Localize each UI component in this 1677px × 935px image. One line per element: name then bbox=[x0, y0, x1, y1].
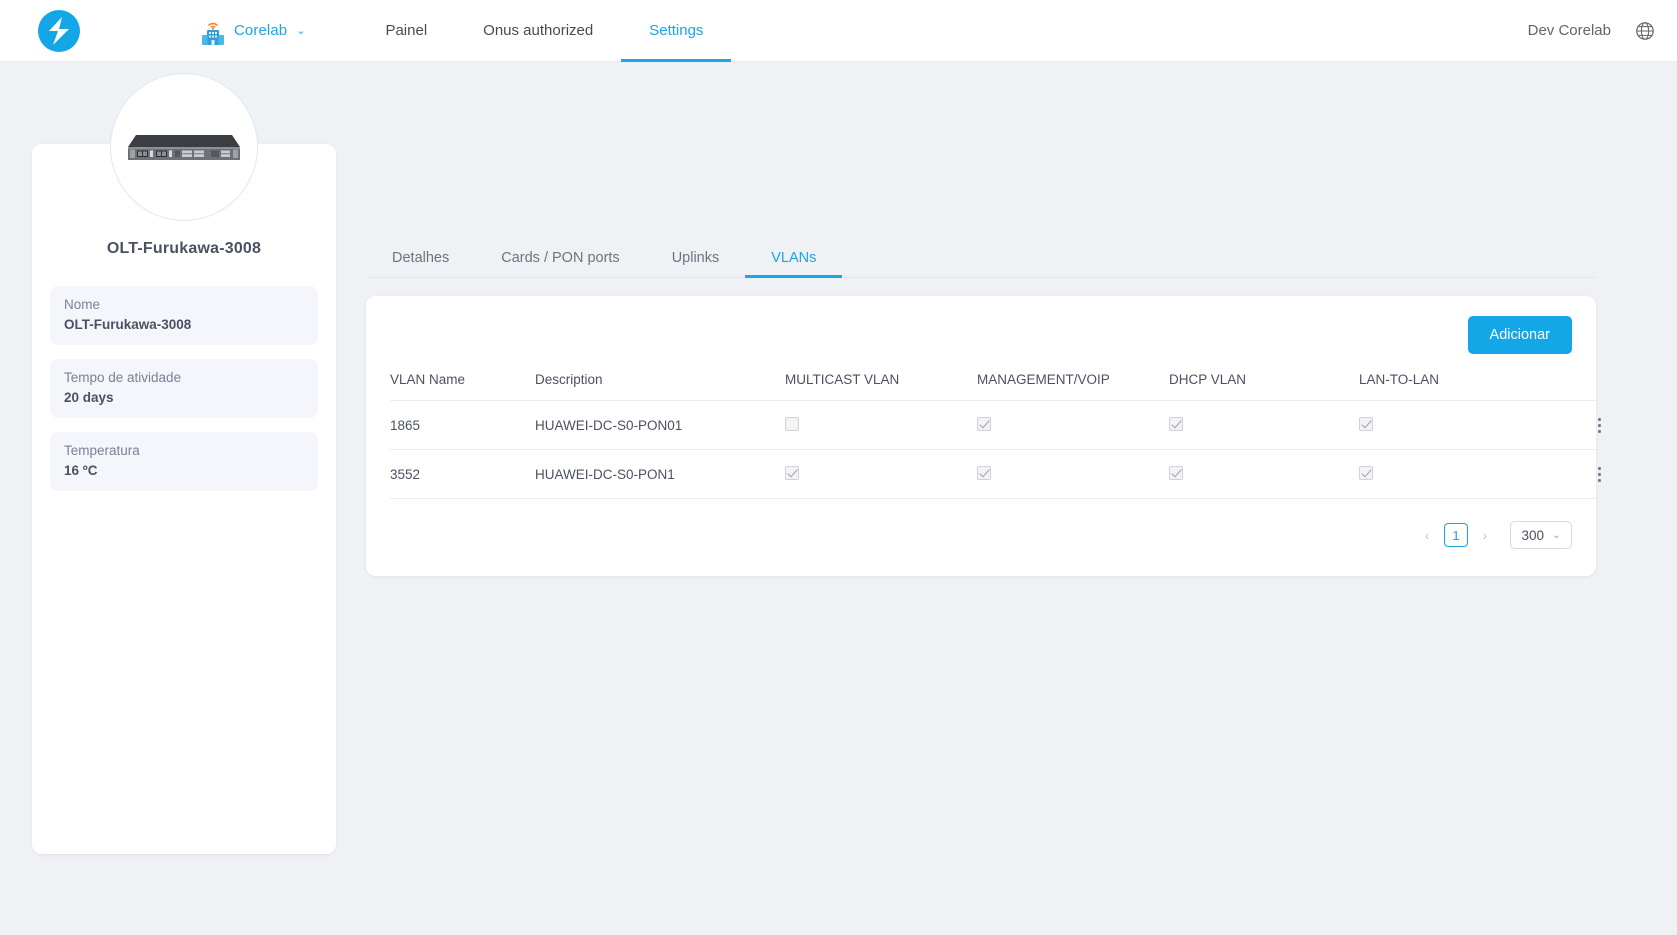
kebab-menu-icon[interactable] bbox=[1589, 418, 1609, 433]
page-size-select[interactable]: 300 ⌄ bbox=[1510, 521, 1572, 549]
tab-cards-pon-ports[interactable]: Cards / PON ports bbox=[475, 250, 645, 277]
add-vlan-button[interactable]: Adicionar bbox=[1468, 316, 1572, 354]
device-info-temperature: Temperatura 16 ºC bbox=[50, 432, 318, 491]
building-antenna-icon bbox=[200, 16, 226, 46]
checkbox-dhcp-vlan[interactable] bbox=[1169, 466, 1183, 480]
olt-device-photo bbox=[110, 73, 258, 221]
org-switcher[interactable]: Corelab ⌄ bbox=[200, 16, 305, 46]
cell-actions bbox=[1549, 450, 1609, 499]
header-right-area: Dev Corelab bbox=[1528, 21, 1655, 41]
device-info-uptime: Tempo de atividade 20 days bbox=[50, 359, 318, 418]
info-value: 16 ºC bbox=[64, 463, 304, 478]
pagination-next-icon[interactable]: › bbox=[1477, 527, 1493, 543]
th-lan-to-lan: LAN-TO-LAN bbox=[1359, 372, 1549, 401]
chevron-down-icon: ⌄ bbox=[1552, 530, 1560, 541]
th-management-voip: MANAGEMENT/VOIP bbox=[977, 372, 1169, 401]
tab-label: Cards / PON ports bbox=[501, 250, 619, 266]
checkbox-management-voip[interactable] bbox=[977, 417, 991, 431]
cell-actions bbox=[1549, 401, 1609, 450]
main-content: Detalhes Cards / PON ports Uplinks VLANs… bbox=[366, 62, 1596, 576]
pagination-prev-icon[interactable]: ‹ bbox=[1419, 527, 1435, 543]
chevron-down-icon: ⌄ bbox=[296, 24, 305, 37]
checkbox-multicast-vlan[interactable] bbox=[785, 417, 799, 431]
table-row: 3552 HUAWEI-DC-S0-PON1 bbox=[390, 450, 1609, 499]
panel-toolbar: Adicionar bbox=[390, 316, 1572, 354]
tab-label: Detalhes bbox=[392, 250, 449, 266]
table-body: 1865 HUAWEI-DC-S0-PON01 bbox=[390, 401, 1609, 499]
checkbox-dhcp-vlan[interactable] bbox=[1169, 417, 1183, 431]
th-multicast-vlan: MULTICAST VLAN bbox=[785, 372, 977, 401]
th-dhcp-vlan: DHCP VLAN bbox=[1169, 372, 1359, 401]
nav-item-settings[interactable]: Settings bbox=[621, 0, 731, 62]
globe-icon[interactable] bbox=[1635, 21, 1655, 41]
device-summary-card: OLT-Furukawa-3008 Nome OLT-Furukawa-3008… bbox=[32, 144, 336, 854]
vlans-panel: Adicionar VLAN Name Description MULTICAS… bbox=[366, 296, 1596, 576]
th-actions bbox=[1549, 372, 1609, 401]
checkbox-management-voip[interactable] bbox=[977, 466, 991, 480]
cell-multicast-vlan bbox=[785, 401, 977, 450]
device-info-nome: Nome OLT-Furukawa-3008 bbox=[50, 286, 318, 345]
table-header-row: VLAN Name Description MULTICAST VLAN MAN… bbox=[390, 372, 1609, 401]
cell-description: HUAWEI-DC-S0-PON1 bbox=[535, 450, 785, 499]
th-description: Description bbox=[535, 372, 785, 401]
checkbox-multicast-vlan[interactable] bbox=[785, 466, 799, 480]
table-head: VLAN Name Description MULTICAST VLAN MAN… bbox=[390, 372, 1609, 401]
main-nav: Painel Onus authorized Settings bbox=[357, 0, 731, 62]
nav-item-label: Settings bbox=[649, 22, 703, 39]
vlans-table: VLAN Name Description MULTICAST VLAN MAN… bbox=[390, 372, 1609, 499]
settings-tabs: Detalhes Cards / PON ports Uplinks VLANs bbox=[366, 232, 1596, 278]
nav-item-label: Painel bbox=[385, 22, 427, 39]
cell-lan-to-lan bbox=[1359, 401, 1549, 450]
cell-vlan-name: 1865 bbox=[390, 401, 535, 450]
org-name-label: Corelab bbox=[234, 22, 287, 39]
page-size-value: 300 bbox=[1522, 528, 1545, 543]
info-value: OLT-Furukawa-3008 bbox=[64, 317, 304, 332]
cell-multicast-vlan bbox=[785, 450, 977, 499]
device-info-list: Nome OLT-Furukawa-3008 Tempo de atividad… bbox=[50, 286, 318, 491]
cell-management-voip bbox=[977, 401, 1169, 450]
checkbox-lan-to-lan[interactable] bbox=[1359, 466, 1373, 480]
tab-vlans[interactable]: VLANs bbox=[745, 250, 842, 277]
cell-management-voip bbox=[977, 450, 1169, 499]
tab-detalhes[interactable]: Detalhes bbox=[366, 250, 475, 277]
checkbox-lan-to-lan[interactable] bbox=[1359, 417, 1373, 431]
bolt-logo-icon bbox=[38, 10, 80, 52]
table-row: 1865 HUAWEI-DC-S0-PON01 bbox=[390, 401, 1609, 450]
nav-item-onus-authorized[interactable]: Onus authorized bbox=[455, 0, 621, 62]
cell-lan-to-lan bbox=[1359, 450, 1549, 499]
nav-item-label: Onus authorized bbox=[483, 22, 593, 39]
app-header: Corelab ⌄ Painel Onus authorized Setting… bbox=[0, 0, 1677, 62]
th-vlan-name: VLAN Name bbox=[390, 372, 535, 401]
user-menu[interactable]: Dev Corelab bbox=[1528, 22, 1611, 39]
kebab-menu-icon[interactable] bbox=[1589, 467, 1609, 482]
tab-label: Uplinks bbox=[672, 250, 720, 266]
info-label: Tempo de atividade bbox=[64, 370, 304, 385]
pagination: ‹ 1 › 300 ⌄ bbox=[390, 521, 1572, 549]
cell-dhcp-vlan bbox=[1169, 401, 1359, 450]
olt-device-image bbox=[118, 117, 250, 177]
tab-label: VLANs bbox=[771, 250, 816, 266]
tab-uplinks[interactable]: Uplinks bbox=[646, 250, 746, 277]
info-label: Nome bbox=[64, 297, 304, 312]
page-body: OLT-Furukawa-3008 Nome OLT-Furukawa-3008… bbox=[0, 62, 1677, 935]
bolt-glyph bbox=[46, 16, 72, 46]
cell-dhcp-vlan bbox=[1169, 450, 1359, 499]
pagination-page-1[interactable]: 1 bbox=[1444, 523, 1468, 547]
info-value: 20 days bbox=[64, 390, 304, 405]
info-label: Temperatura bbox=[64, 443, 304, 458]
cell-description: HUAWEI-DC-S0-PON01 bbox=[535, 401, 785, 450]
cell-vlan-name: 3552 bbox=[390, 450, 535, 499]
device-title: OLT-Furukawa-3008 bbox=[50, 240, 318, 258]
app-logo[interactable] bbox=[0, 10, 110, 52]
nav-item-painel[interactable]: Painel bbox=[357, 0, 455, 62]
